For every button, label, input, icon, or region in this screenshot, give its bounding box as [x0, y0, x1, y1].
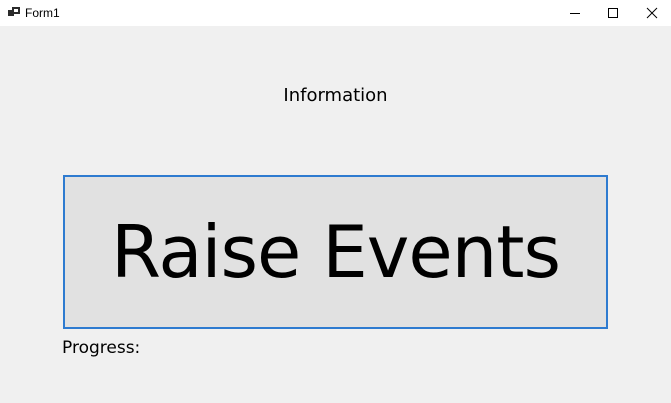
information-label: Information [283, 85, 388, 106]
minimize-icon [570, 13, 580, 14]
form-icon[interactable] [8, 7, 20, 18]
close-button[interactable] [633, 0, 671, 26]
raise-events-button-label: Raise Events [110, 210, 561, 294]
raise-events-button[interactable]: Raise Events [63, 175, 608, 329]
maximize-button[interactable] [594, 0, 632, 26]
title-bar[interactable]: Form1 [0, 0, 671, 26]
progress-label: Progress: [62, 338, 141, 358]
close-icon [646, 7, 658, 19]
form-client-area: Information Raise Events Progress: [0, 26, 671, 403]
maximize-icon [608, 8, 618, 18]
form-window: Form1 Information Raise Events Progress: [0, 0, 671, 403]
minimize-button[interactable] [556, 0, 594, 26]
window-title: Form1 [25, 6, 60, 20]
